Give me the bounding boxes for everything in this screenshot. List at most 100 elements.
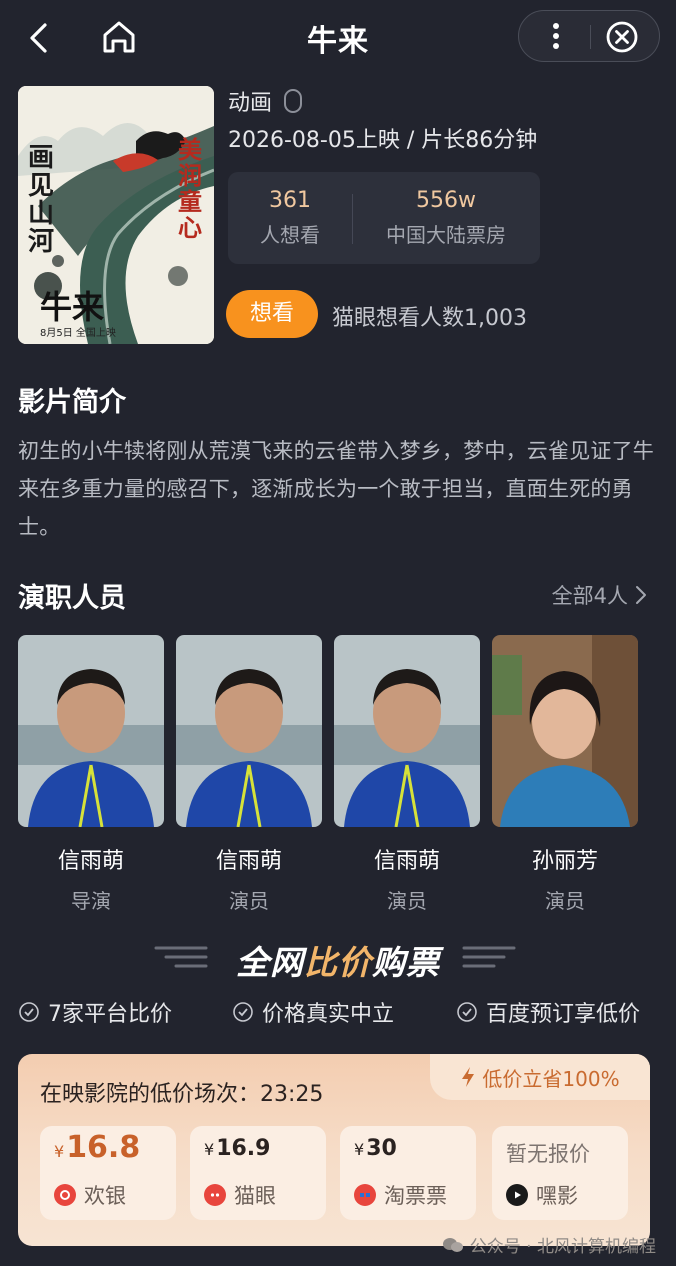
- feature-item: 百度预订享低价: [456, 996, 640, 1028]
- feature-label: 价格真实中立: [262, 1002, 395, 1027]
- feature-item: 价格真实中立: [232, 996, 394, 1028]
- currency-symbol: ¥: [54, 1142, 65, 1161]
- mini-program-capsule: [518, 10, 660, 62]
- watermark-text: 公众号 · 北风计算机编程: [469, 1237, 656, 1257]
- platform-option-huanyin[interactable]: ¥16.8 欢银: [40, 1126, 176, 1220]
- save-tag: 低价立省100%: [430, 1054, 650, 1100]
- cast-member-card[interactable]: 信雨萌 演员: [334, 635, 480, 914]
- cast-role: 演员: [545, 889, 585, 913]
- close-circle-icon: [606, 21, 638, 53]
- platform-price: ¥16.9: [204, 1136, 270, 1161]
- poster-text-left-2: 见: [28, 171, 54, 201]
- price-value: 30: [366, 1136, 397, 1161]
- compare-title-part: 购票: [372, 943, 440, 982]
- platform-label: 猫眼: [234, 1184, 276, 1208]
- taopiaopiao-logo-icon: [354, 1184, 376, 1206]
- movie-poster[interactable]: 画 见 山 河 美 润 童 心 牛来 8月5日 全国上映: [18, 86, 214, 344]
- maoyan-logo-icon: [204, 1184, 226, 1206]
- want-to-watch-button[interactable]: 想看: [226, 290, 318, 338]
- chevron-right-icon: [636, 586, 646, 604]
- genre-row: 动画: [228, 86, 303, 116]
- platform-label: 嘿影: [536, 1184, 578, 1208]
- check-circle-icon: [457, 1002, 477, 1022]
- platform-label: 欢银: [84, 1184, 126, 1208]
- stat-label: 中国大陆票房: [386, 223, 506, 247]
- close-button[interactable]: [605, 20, 639, 54]
- cast-photo: [492, 635, 638, 827]
- heiying-logo-icon: [506, 1184, 528, 1206]
- feature-label: 7家平台比价: [48, 1002, 172, 1027]
- lightning-icon: [462, 1067, 475, 1087]
- platform-price: ¥30: [354, 1136, 397, 1161]
- stat-want-count: 361 人想看: [228, 188, 352, 248]
- poster-text-left-3: 山: [28, 199, 54, 229]
- wechat-icon: [442, 1237, 463, 1252]
- feature-item: 7家平台比价: [18, 996, 172, 1028]
- poster-date: 8月5日 全国上映: [40, 326, 116, 339]
- poster-text-right-4: 心: [178, 213, 202, 242]
- synopsis-title: 影片简介: [18, 387, 126, 418]
- synopsis-text: 初生的小牛犊将刚从荒漠飞来的云雀带入梦乡，梦中，云雀见证了牛来在多重力量的感召下…: [18, 439, 654, 539]
- cast-role: 演员: [229, 889, 269, 913]
- cast-member-card[interactable]: 信雨萌 演员: [176, 635, 322, 914]
- platform-name: 欢银: [54, 1180, 126, 1210]
- compare-title-highlight: 比价: [304, 943, 372, 982]
- stat-value: 361: [269, 188, 311, 213]
- price-value: 16.8: [66, 1130, 141, 1165]
- platform-name: 嘿影: [506, 1180, 578, 1210]
- poster-text-right-2: 润: [178, 161, 202, 190]
- poster-text-right-3: 童: [178, 187, 202, 216]
- stat-value: 556w: [416, 188, 476, 213]
- price-compare-card: 在映影院的低价场次：23:25 低价立省100% ¥16.8 欢银 ¥16.9 …: [18, 1054, 650, 1246]
- cast-photo: [334, 635, 480, 827]
- poster-title: 牛来: [40, 288, 104, 326]
- stat-box-office: 556w 中国大陆票房: [352, 188, 540, 248]
- cast-role: 导演: [71, 889, 111, 913]
- platform-option-taopiaopiao[interactable]: ¥30 淘票票: [340, 1126, 476, 1220]
- platform-name: 猫眼: [204, 1180, 276, 1210]
- cast-photo: [176, 635, 322, 827]
- maoyan-want-count: 猫眼想看人数1,003: [332, 306, 527, 331]
- platform-name: 淘票票: [354, 1180, 447, 1210]
- cast-name: 孙丽芳: [531, 849, 598, 874]
- release-info: 2026-08-05上映 / 片长86分钟: [228, 128, 538, 153]
- cast-name: 信雨萌: [373, 849, 440, 874]
- top-bar: 牛来: [0, 0, 676, 76]
- cast-member-card[interactable]: 孙丽芳 演员: [492, 635, 638, 914]
- watermark: 公众号 · 北风计算机编程: [442, 1232, 656, 1257]
- price-value: 16.9: [216, 1136, 271, 1161]
- cast-photo: [18, 635, 164, 827]
- more-dots-icon: [553, 23, 559, 49]
- save-tag-label: 低价立省100%: [482, 1066, 620, 1091]
- cast-name: 信雨萌: [57, 849, 124, 874]
- platform-price: 暂无报价: [506, 1142, 590, 1166]
- movie-genre: 动画: [228, 91, 273, 116]
- platform-label: 淘票票: [384, 1184, 447, 1208]
- currency-symbol: ¥: [204, 1140, 215, 1159]
- currency-symbol: ¥: [354, 1140, 365, 1159]
- cast-name: 信雨萌: [215, 849, 282, 874]
- compare-title-part: 全网: [236, 943, 304, 982]
- low-price-showtime: 在映影院的低价场次：23:25: [40, 1082, 324, 1107]
- check-circle-icon: [233, 1002, 253, 1022]
- poster-artwork: 画 见 山 河 美 润 童 心 牛来 8月5日 全国上映: [18, 86, 214, 344]
- feature-list: 7家平台比价 价格真实中立 百度预订享低价: [18, 996, 658, 1030]
- cast-all-label: 全部4人: [551, 584, 628, 608]
- compare-title: 全网比价购票: [0, 936, 676, 984]
- huanyin-logo-icon: [54, 1184, 76, 1206]
- cast-title: 演职人员: [18, 583, 126, 614]
- platform-option-heiying[interactable]: 暂无报价 嘿影: [492, 1126, 628, 1220]
- cast-view-all-link[interactable]: 全部4人: [552, 580, 648, 610]
- more-button[interactable]: [541, 19, 571, 53]
- check-circle-icon: [19, 1002, 39, 1022]
- poster-text-left-1: 画: [28, 143, 54, 173]
- capsule-divider: [590, 25, 591, 49]
- platform-option-maoyan[interactable]: ¥16.9 猫眼: [190, 1126, 326, 1220]
- poster-text-left-4: 河: [28, 227, 54, 257]
- cast-role: 演员: [387, 889, 427, 913]
- poster-text-right-1: 美: [178, 135, 202, 164]
- stat-label: 人想看: [260, 223, 320, 247]
- cast-member-card[interactable]: 信雨萌 导演: [18, 635, 164, 914]
- feature-label: 百度预订享低价: [486, 1002, 641, 1027]
- genre-badge-icon: [284, 89, 303, 113]
